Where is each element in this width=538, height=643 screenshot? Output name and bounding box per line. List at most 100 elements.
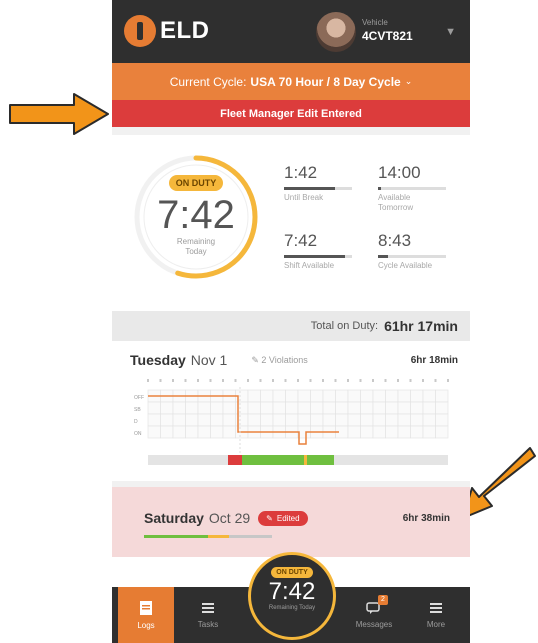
stat-label: Until Break <box>284 193 324 202</box>
grid-cell <box>160 425 174 439</box>
gauge-content: ON DUTY 7:42 Remaining Today <box>132 161 260 257</box>
grid-cell <box>322 389 336 403</box>
hour-tick <box>447 379 449 382</box>
grid-cell <box>372 425 386 439</box>
annotation-arrow-right <box>9 93 109 135</box>
grid-cell <box>360 389 374 403</box>
nav-label: Messages <box>355 620 393 629</box>
hour-tick <box>322 379 324 382</box>
grid-cell <box>297 413 311 427</box>
chevron-down-icon[interactable]: ▼ <box>445 26 456 38</box>
grid-cell <box>272 389 286 403</box>
grid-cell <box>210 413 224 427</box>
grid-cell <box>285 389 299 403</box>
day-name: Tuesday <box>130 352 186 368</box>
grid-cell <box>197 401 211 415</box>
violations-label[interactable]: ✎ 2 Violations <box>251 355 307 366</box>
hour-tick <box>184 379 187 382</box>
edited-badge[interactable]: ✎ Edited <box>258 510 308 526</box>
current-position-marker <box>304 455 307 465</box>
day-log-card-edited[interactable]: Saturday Oct 29 ✎ Edited 6hr 38min <box>112 487 470 557</box>
stat-cycle-available: 8:43 Cycle Available <box>378 231 446 271</box>
hour-tick <box>222 379 224 382</box>
nav-tasks[interactable]: Tasks <box>180 587 236 643</box>
stat-value: 8:43 <box>378 231 412 250</box>
hour-tick <box>159 379 162 382</box>
remaining-label: Remaining Today <box>176 237 216 256</box>
grid-cell <box>260 389 274 403</box>
grid-cell <box>410 413 424 427</box>
grid-cell <box>347 425 361 439</box>
grid-cell <box>147 425 161 439</box>
day-log-card[interactable]: Tuesday Nov 1 ✎ 2 Violations 6hr 18min O… <box>112 341 470 481</box>
day-date: Nov 1 <box>190 352 228 368</box>
grid-cell <box>347 413 361 427</box>
grid-cell <box>335 413 349 427</box>
vehicle-label: Vehicle <box>362 18 388 27</box>
hour-tick <box>347 379 349 382</box>
grid-cell <box>185 401 199 415</box>
grid-cell <box>247 413 261 427</box>
grid-cell <box>185 413 199 427</box>
hours-summary: ON DUTY 7:42 Remaining Today 1:42 Until … <box>112 135 470 311</box>
hour-tick <box>234 379 237 382</box>
hour-tick <box>372 379 374 382</box>
status-dial-button[interactable]: ON DUTY 7:42 Remaining Today <box>248 552 336 640</box>
edited-text: Edited <box>276 513 300 523</box>
stat-value: 14:00 <box>378 163 421 182</box>
total-on-duty: Total on Duty: 61hr 17min <box>112 311 470 341</box>
nav-messages[interactable]: 2 Messages <box>346 587 402 643</box>
grid-cell <box>185 425 199 439</box>
grid-rows <box>147 389 449 439</box>
hour-tick <box>397 379 399 382</box>
grid-cell <box>285 413 299 427</box>
driver-avatar[interactable] <box>316 12 356 52</box>
grid-cell <box>360 401 374 415</box>
fleet-edit-text: Fleet Manager Edit Entered <box>220 107 362 120</box>
fleet-edit-banner[interactable]: Fleet Manager Edit Entered <box>112 100 470 127</box>
total-value: 61hr 17min <box>384 318 458 334</box>
nav-logs[interactable]: Logs <box>118 587 174 643</box>
grid-cell <box>347 389 361 403</box>
hour-tick <box>384 379 387 382</box>
grid-cell <box>422 413 436 427</box>
grid-cell <box>422 425 436 439</box>
grid-cell <box>310 389 324 403</box>
grid-cell <box>335 401 349 415</box>
list-icon <box>202 603 214 613</box>
hour-tick <box>272 379 274 382</box>
grid-cell <box>410 401 424 415</box>
grid-cell <box>397 413 411 427</box>
stat-fill <box>284 187 335 190</box>
day-hours: 6hr 38min <box>402 512 450 524</box>
stat-label: Available Tomorrow <box>378 193 414 212</box>
violation-marker <box>230 455 240 465</box>
cycle-banner[interactable]: Current Cycle: USA 70 Hour / 8 Day Cycle… <box>112 63 470 100</box>
grid-cell <box>285 401 299 415</box>
grid-cell <box>435 425 449 439</box>
nav-label: Tasks <box>197 620 219 629</box>
hour-tick <box>284 379 287 382</box>
grid-cell <box>347 401 361 415</box>
grid-cell <box>422 401 436 415</box>
bar-segment-off <box>229 535 272 538</box>
stat-available-tomorrow: 14:00 Available Tomorrow <box>378 163 446 213</box>
stat-shift-available: 7:42 Shift Available <box>284 231 352 271</box>
dial-time: 7:42 <box>268 578 316 605</box>
nav-more[interactable]: More <box>408 587 464 643</box>
vehicle-selector[interactable]: Vehicle 4CVT821 <box>362 18 413 43</box>
grid-cell <box>260 413 274 427</box>
stat-fill <box>378 187 382 190</box>
stat-until-break: 1:42 Until Break <box>284 163 352 203</box>
document-icon <box>140 601 152 615</box>
logo-text: ELD <box>160 17 210 44</box>
top-bar: ELD Vehicle 4CVT821 ▼ <box>112 0 470 63</box>
stat-fill <box>378 255 389 258</box>
grid-cell <box>435 413 449 427</box>
grid-cell <box>247 389 261 403</box>
cycle-prefix: Current Cycle: <box>169 74 247 89</box>
grid-cell <box>397 401 411 415</box>
logo-icon <box>124 15 156 47</box>
hour-tick <box>309 379 312 382</box>
duty-status-badge: ON DUTY <box>168 175 224 191</box>
